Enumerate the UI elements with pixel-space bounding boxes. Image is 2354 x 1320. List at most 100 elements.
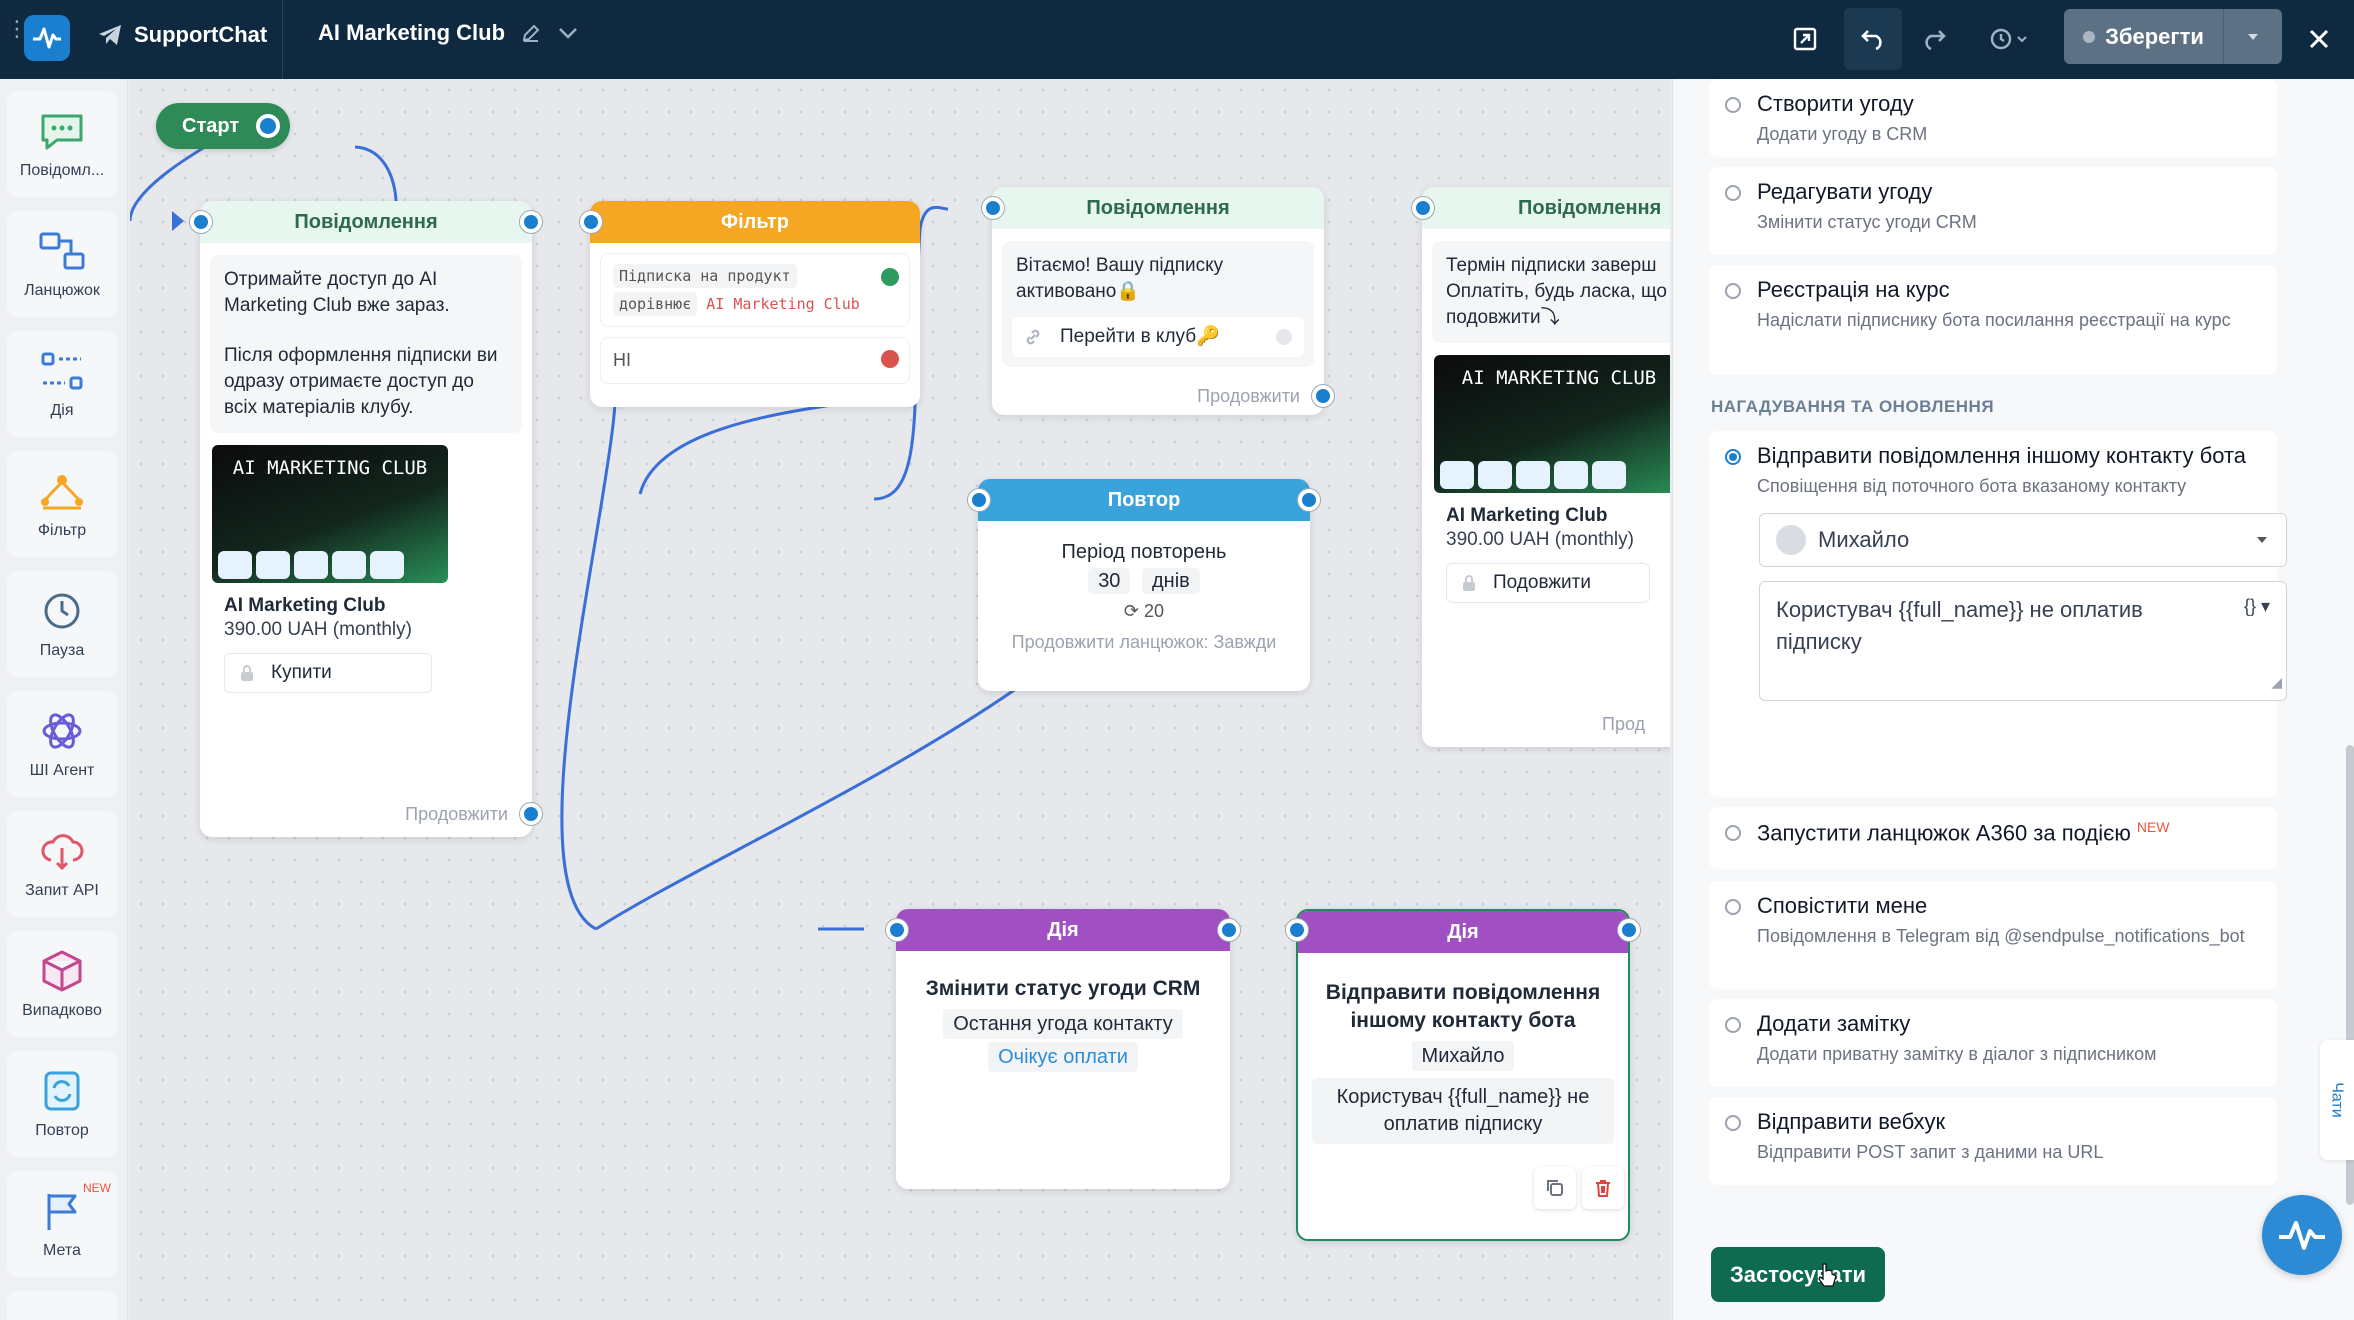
repeat-period-value: 30: [1088, 568, 1131, 594]
renew-button[interactable]: Подовжити: [1446, 563, 1650, 603]
button-port[interactable]: [1276, 329, 1292, 345]
input-port[interactable]: [982, 197, 1004, 219]
message-node-1[interactable]: Повідомлення Отримайте доступ до AI Mark…: [190, 201, 542, 837]
action-detail: Остання угода контакту: [943, 1009, 1183, 1039]
sidebar-item-action[interactable]: Дія: [7, 331, 117, 437]
option-edit-deal[interactable]: Редагувати угоду Змінити статус угоди CR…: [1709, 167, 2277, 255]
condition-value: AI Marketing Club: [706, 295, 860, 313]
sidebar-item-pause[interactable]: Пауза: [7, 571, 117, 677]
save-main[interactable]: Зберегти: [2064, 9, 2224, 64]
filter-node[interactable]: Фільтр Підписка на продукт дорівнює AI M…: [580, 201, 920, 407]
flow-name: AI Marketing Club: [318, 20, 506, 45]
option-course-registration[interactable]: Реєстрація на курс Надіслати підписнику …: [1709, 265, 2277, 375]
sidebar-item-repeat[interactable]: Повтор: [7, 1051, 117, 1157]
redo-button[interactable]: [1905, 8, 1963, 70]
action-node-2[interactable]: Дія Відправити повідомлення іншому конта…: [1286, 909, 1640, 1241]
sidebar-item-more[interactable]: [7, 1291, 117, 1320]
node-header: Дія: [1298, 911, 1628, 953]
redo-icon: [1925, 30, 1946, 50]
card-image-text: AI MARKETING CLUB: [1461, 367, 1657, 389]
edit-icon[interactable]: [521, 23, 541, 43]
sidebar-item-chain[interactable]: Ланцюжок: [7, 211, 117, 317]
logo-chips: [218, 551, 404, 579]
start-node[interactable]: Старт: [156, 103, 290, 149]
no-port[interactable]: [881, 350, 899, 368]
copy-icon: [1547, 1180, 1563, 1196]
join-club-button[interactable]: Перейти в клуб🔑: [1012, 317, 1304, 357]
copy-node-button[interactable]: [1534, 1167, 1576, 1209]
option-radio[interactable]: [1725, 1115, 1741, 1131]
undo-button[interactable]: [1844, 8, 1902, 70]
input-port[interactable]: [1412, 197, 1434, 219]
contact-select-value: Михайло: [1818, 527, 1910, 552]
filter-condition: Підписка на продукт дорівнює AI Marketin…: [600, 253, 910, 327]
option-radio[interactable]: [1725, 825, 1741, 841]
output-port[interactable]: [1618, 919, 1640, 941]
continue-label: Прод: [1602, 714, 1646, 734]
product-card-image: AI MARKETING CLUB: [1434, 355, 1670, 493]
option-radio[interactable]: [1725, 283, 1741, 299]
option-start-chain[interactable]: Запустити ланцюжок А360 за подією NEW: [1709, 807, 2277, 869]
sidebar-item-random[interactable]: Випадково: [7, 931, 117, 1037]
input-port[interactable]: [190, 211, 212, 233]
sidebar-label: Ланцюжок: [24, 282, 100, 299]
chevron-down-icon[interactable]: [557, 26, 579, 40]
option-notify-me[interactable]: Сповістити мене Повідомлення в Telegram …: [1709, 881, 2277, 989]
output-port[interactable]: [1218, 919, 1240, 941]
buy-button[interactable]: Купити: [224, 653, 432, 693]
action-node-1[interactable]: Дія Змінити статус угоди CRM Остання уго…: [886, 909, 1240, 1189]
chats-tab[interactable]: Чати: [2320, 1040, 2354, 1160]
history-button[interactable]: [1974, 8, 2044, 70]
option-radio-selected[interactable]: [1725, 449, 1741, 465]
sidebar-label: Пауза: [39, 642, 85, 659]
option-radio[interactable]: [1725, 97, 1741, 113]
input-port[interactable]: [1286, 919, 1308, 941]
start-port[interactable]: [256, 114, 280, 138]
sidebar-item-api[interactable]: Запит API: [7, 811, 117, 917]
resize-handle-icon[interactable]: ◢: [2271, 666, 2282, 698]
input-port[interactable]: [968, 489, 990, 511]
flow-canvas[interactable]: Старт Повідомлення Отримайте доступ до A…: [130, 79, 1670, 1320]
sidebar-item-meta[interactable]: NEW Мета: [7, 1171, 117, 1277]
option-send-webhook[interactable]: Відправити вебхук Відправити POST запит …: [1709, 1097, 2277, 1185]
repeat-node[interactable]: Повтор Період повторень 30 днів ⟳ 20 Про…: [968, 479, 1320, 691]
app-logo[interactable]: [24, 15, 70, 61]
support-chat-button[interactable]: [2262, 1195, 2342, 1275]
message-textarea[interactable]: Користувач {{full_name}} не оплатив підп…: [1759, 581, 2287, 701]
option-add-note[interactable]: Додати замітку Додати приватну замітку в…: [1709, 999, 2277, 1087]
sidebar-item-ai-agent[interactable]: ШІ Агент: [7, 691, 117, 797]
sidebar-item-message[interactable]: Повідомл...: [7, 91, 117, 197]
brand-name: SupportChat: [134, 22, 268, 47]
output-port[interactable]: [520, 211, 542, 233]
node-header: Повідомлення: [200, 201, 532, 243]
option-radio[interactable]: [1725, 899, 1741, 915]
option-radio[interactable]: [1725, 1017, 1741, 1033]
variables-icon[interactable]: {} ▾: [2244, 590, 2270, 622]
option-desc: Повідомлення в Telegram від @sendpulse_n…: [1757, 926, 2245, 946]
continue-port[interactable]: [520, 803, 542, 825]
repeat-icon: [44, 1071, 80, 1111]
brand[interactable]: SupportChat: [98, 22, 267, 48]
yes-port[interactable]: [881, 268, 899, 286]
option-radio[interactable]: [1725, 185, 1741, 201]
close-button[interactable]: [2294, 14, 2344, 64]
preview-button[interactable]: [1776, 8, 1834, 70]
apply-button[interactable]: Застосувати: [1711, 1247, 1885, 1302]
option-create-deal[interactable]: Створити угоду Додати угоду в CRM: [1709, 79, 2277, 157]
node-header: Повтор: [978, 479, 1310, 521]
repeat-period: 30 днів: [978, 568, 1310, 594]
message-node-2[interactable]: Повідомлення Вітаємо! Вашу підписку акти…: [982, 187, 1334, 415]
message-node-3[interactable]: Повідомлення Термін підписки заверш Опла…: [1412, 187, 1670, 747]
output-port[interactable]: [1298, 489, 1320, 511]
save-dropdown[interactable]: [2224, 32, 2282, 42]
input-port[interactable]: [886, 919, 908, 941]
save-button[interactable]: Зберегти: [2064, 9, 2282, 64]
continue-label: Продовжити: [1197, 386, 1300, 406]
contact-select[interactable]: Михайло: [1759, 513, 2287, 567]
continue-port[interactable]: [1312, 385, 1334, 407]
card-price: 390.00 UAH (monthly): [1446, 529, 1634, 550]
delete-node-button[interactable]: [1582, 1167, 1624, 1209]
sidebar-item-filter[interactable]: Фільтр: [7, 451, 117, 557]
repeat-count: ⟳ 20: [978, 601, 1310, 622]
input-port[interactable]: [580, 211, 602, 233]
